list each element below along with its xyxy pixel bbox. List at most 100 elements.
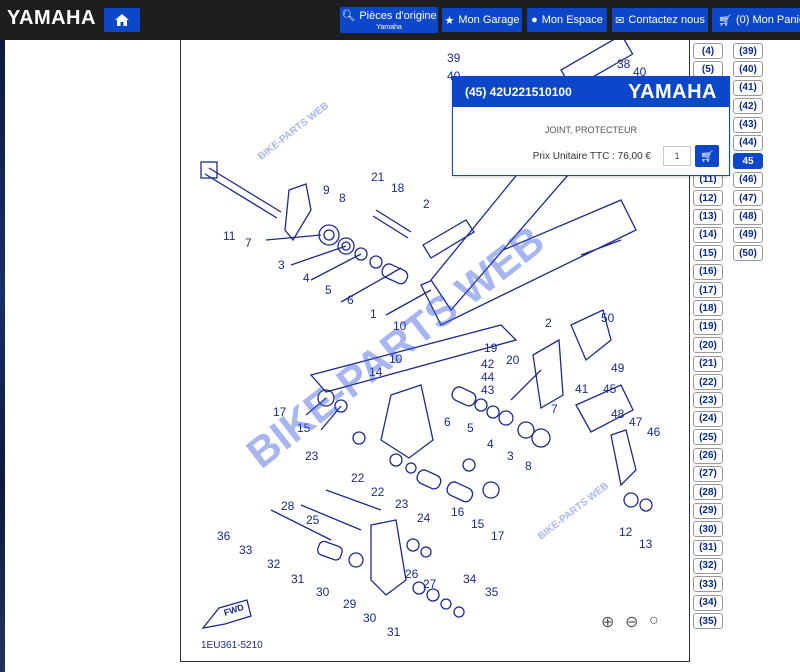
callout-16: 16 [451, 505, 465, 519]
quantity-input[interactable] [663, 146, 691, 166]
callout-35: 35 [485, 585, 499, 599]
callout-21: 21 [371, 170, 385, 184]
my-garage-label: Mon Garage [458, 14, 520, 26]
callout-8b: 8 [525, 459, 532, 473]
callout-43: 43 [481, 383, 495, 397]
cart-button[interactable]: 🛒︎(0) Mon Panier [712, 8, 800, 32]
part-ref-link[interactable]: (15) [693, 245, 723, 262]
callout-39: 39 [447, 51, 461, 65]
callout-20: 20 [506, 353, 520, 367]
fwd-arrow: FWD [201, 599, 252, 629]
callout-13: 13 [639, 537, 653, 551]
part-ref-link[interactable]: (31) [693, 539, 723, 556]
callout-31b: 31 [387, 625, 401, 639]
callout-31: 31 [291, 572, 305, 586]
part-ref-link[interactable]: (24) [693, 410, 723, 427]
part-ref-link[interactable]: (49) [733, 226, 763, 243]
part-ref-link[interactable]: (4) [693, 43, 723, 59]
part-ref-link[interactable]: (28) [693, 484, 723, 501]
user-icon: ● [531, 14, 538, 26]
callout-22: 22 [351, 471, 365, 485]
part-ref-link[interactable]: (16) [693, 263, 723, 280]
reference-list-2: (39) (40) (41) (42) (43) (44) 45 (46) (47) (48) (4… [733, 43, 765, 264]
callout-48: 48 [611, 407, 625, 421]
callout-24: 24 [417, 511, 431, 525]
callout-2: 2 [423, 197, 430, 211]
part-ref-link[interactable]: (20) [693, 337, 723, 354]
callout-42: 42 [481, 357, 495, 371]
part-ref-link[interactable]: (27) [693, 465, 723, 482]
callout-34: 34 [463, 572, 477, 586]
callout-50: 50 [601, 311, 615, 325]
callout-4: 4 [303, 271, 310, 285]
callout-46: 46 [647, 425, 661, 439]
part-ref-link[interactable]: (34) [693, 594, 723, 611]
part-ref-link[interactable]: (30) [693, 521, 723, 538]
popup-price: Prix Unitaire TTC : 76,00 € [532, 150, 651, 162]
part-ref-link[interactable]: (14) [693, 226, 723, 243]
callout-7: 7 [245, 236, 252, 250]
callout-5b: 5 [467, 421, 474, 435]
part-ref-link[interactable]: (50) [733, 245, 763, 262]
callout-29: 29 [343, 597, 357, 611]
part-ref-link[interactable]: (23) [693, 392, 723, 409]
part-ref-link[interactable]: (33) [693, 576, 723, 593]
callout-49: 49 [611, 361, 625, 375]
part-ref-link[interactable]: (40) [733, 61, 763, 78]
part-ref-link[interactable]: (42) [733, 98, 763, 115]
part-ref-link[interactable]: (32) [693, 557, 723, 574]
part-ref-link[interactable]: (25) [693, 429, 723, 446]
part-ref-link[interactable]: (17) [693, 282, 723, 299]
original-parts-sublabel: Yamaha [376, 23, 402, 31]
part-ref-link[interactable]: (26) [693, 447, 723, 464]
callout-15b: 15 [471, 517, 485, 531]
svg-text:BIKE-PARTS WEB: BIKE-PARTS WEB [536, 480, 611, 542]
yamaha-logo[interactable]: YAMAHA [7, 7, 96, 30]
part-ref-link[interactable]: (43) [733, 116, 763, 133]
search-icon: 🔍︎ [341, 9, 356, 22]
part-ref-link[interactable]: (48) [733, 208, 763, 225]
callout-44: 44 [481, 370, 495, 384]
callout-23: 23 [305, 449, 319, 463]
part-ref-link[interactable]: (44) [733, 134, 763, 151]
callout-47: 47 [629, 415, 643, 429]
contact-button[interactable]: ✉ Contactez nous [612, 8, 708, 32]
cart-label: (0) Mon Panier [735, 14, 800, 26]
popup-description: JOINT, PROTECTEUR [544, 125, 637, 135]
part-ref-link[interactable]: (39) [733, 43, 763, 59]
callout-12: 12 [619, 525, 633, 539]
diagram-code: 1EU361-5210 [201, 640, 263, 651]
my-space-button[interactable]: ● Mon Espace [527, 8, 607, 32]
part-ref-link[interactable]: (21) [693, 355, 723, 372]
part-ref-link[interactable]: (41) [733, 79, 763, 96]
part-ref-link[interactable]: (29) [693, 502, 723, 519]
callout-5: 5 [325, 283, 332, 297]
part-ref-link[interactable]: (18) [693, 300, 723, 317]
callout-17b: 17 [491, 529, 505, 543]
part-ref-link[interactable]: (47) [733, 190, 763, 207]
cart-icon: 🛒︎ [700, 150, 714, 163]
zoom-in-icon[interactable]: ⊕ [601, 612, 614, 632]
my-garage-button[interactable]: ★ Mon Garage [442, 8, 522, 32]
zoom-reset-icon[interactable]: ○ [649, 612, 659, 630]
callout-30b: 30 [363, 611, 377, 625]
zoom-out-icon[interactable]: ⊖ [625, 612, 638, 632]
part-ref-link[interactable]: (13) [693, 208, 723, 225]
part-ref-link[interactable]: 45 [733, 153, 763, 170]
part-ref-link[interactable]: (5) [693, 61, 723, 78]
part-ref-link[interactable]: (46) [733, 171, 763, 188]
original-parts-label: Pièces d'origine [359, 9, 437, 22]
callout-2b: 2 [545, 316, 552, 330]
callout-6: 6 [347, 293, 354, 307]
callout-32: 32 [267, 557, 281, 571]
part-ref-link[interactable]: (22) [693, 374, 723, 391]
callout-22b: 22 [371, 485, 385, 499]
part-ref-link[interactable]: (19) [693, 318, 723, 335]
popup-price-row: Prix Unitaire TTC : 76,00 € 🛒︎ [533, 145, 719, 167]
callout-41: 41 [575, 382, 589, 396]
part-ref-link[interactable]: (35) [693, 613, 723, 630]
home-button[interactable] [104, 8, 140, 32]
original-parts-button[interactable]: 🔍︎ Pièces d'origine Yamaha [340, 7, 438, 33]
add-to-cart-button[interactable]: 🛒︎ [695, 145, 719, 167]
part-ref-link[interactable]: (12) [693, 190, 723, 207]
